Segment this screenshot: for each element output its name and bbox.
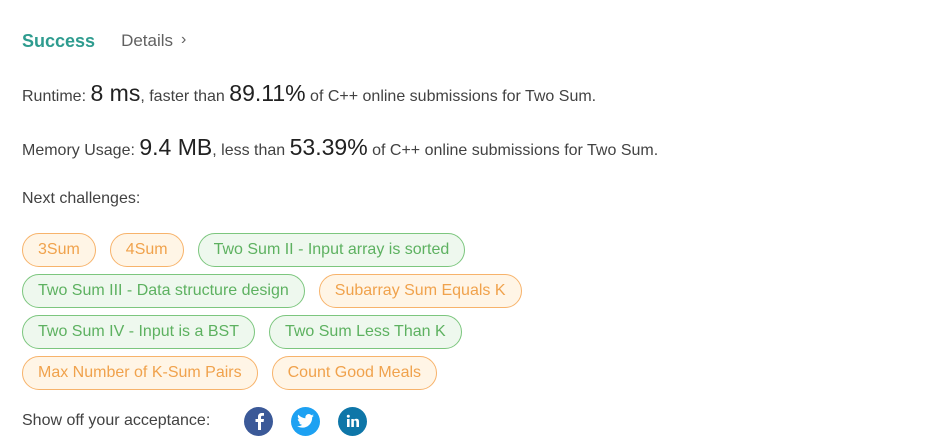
next-challenges-list: 3Sum 4Sum Two Sum II - Input array is sort… <box>22 233 622 397</box>
memory-label: Memory Usage: <box>22 142 135 159</box>
chevron-right-icon: › <box>181 31 187 48</box>
challenge-tag[interactable]: Max Number of K-Sum Pairs <box>22 356 258 390</box>
details-link[interactable]: Details › <box>121 31 186 51</box>
challenge-row: Two Sum IV - Input is a BST Two Sum Less … <box>22 315 622 349</box>
share-section: Show off your acceptance: <box>22 404 385 438</box>
social-icons <box>244 406 385 436</box>
challenge-tag[interactable]: Two Sum II - Input array is sorted <box>197 233 466 267</box>
share-label: Show off your acceptance: <box>22 412 211 429</box>
memory-percent: 53.39% <box>289 134 368 160</box>
twitter-icon[interactable] <box>291 406 321 436</box>
linkedin-icon[interactable] <box>338 406 368 436</box>
challenge-tag[interactable]: Subarray Sum Equals K <box>318 274 522 308</box>
challenge-tag[interactable]: Two Sum III - Data structure design <box>22 274 305 308</box>
next-challenges-label: Next challenges: <box>22 190 141 207</box>
challenge-row: Two Sum III - Data structure design Subar… <box>22 274 622 308</box>
result-header: Success Details › <box>22 30 186 52</box>
challenge-row: 3Sum 4Sum Two Sum II - Input array is sort… <box>22 233 622 267</box>
facebook-icon[interactable] <box>244 406 274 436</box>
runtime-percent: 89.11% <box>229 80 306 106</box>
challenge-row: Max Number of K-Sum Pairs Count Good Meal… <box>22 356 622 390</box>
runtime-comparison: , faster than <box>140 88 225 105</box>
challenge-tag[interactable]: Two Sum IV - Input is a BST <box>22 315 255 349</box>
memory-comparison: , less than <box>212 142 286 159</box>
status-label: Success <box>22 30 96 51</box>
runtime-value: 8 ms <box>90 80 141 106</box>
challenge-tag[interactable]: 3Sum <box>22 233 96 267</box>
challenge-tag[interactable]: Count Good Meals <box>271 356 438 390</box>
challenge-tag[interactable]: Two Sum Less Than K <box>268 315 462 349</box>
memory-stat: Memory Usage: 9.4 MB, less than 53.39% o… <box>22 134 658 161</box>
challenge-tag[interactable]: 4Sum <box>109 233 184 267</box>
memory-suffix: of C++ online submissions for Two Sum. <box>372 142 659 159</box>
runtime-suffix: of C++ online submissions for Two Sum. <box>310 88 597 105</box>
runtime-stat: Runtime: 8 ms, faster than 89.11% of C++… <box>22 80 596 107</box>
runtime-label: Runtime: <box>22 88 87 105</box>
details-label: Details <box>121 31 174 50</box>
memory-value: 9.4 MB <box>139 134 213 160</box>
